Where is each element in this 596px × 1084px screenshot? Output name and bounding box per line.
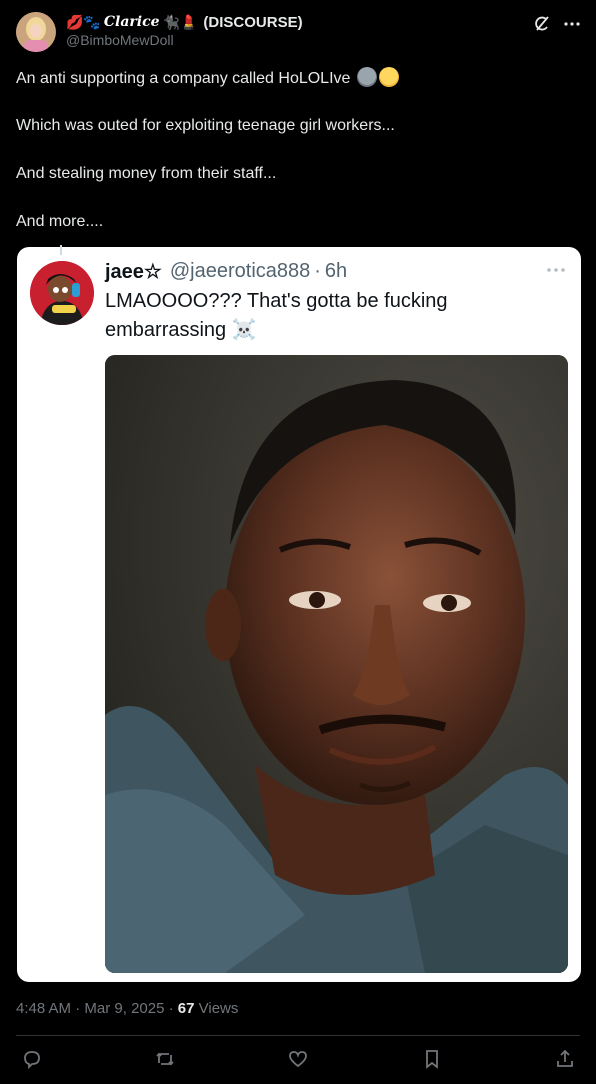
tweet-line-4: And more.... [16,213,104,230]
name-decor-right: 🐈‍⬛💄 [162,14,198,30]
thread-line [60,245,62,255]
quoted-photo[interactable] [105,355,568,973]
author-handle[interactable]: @BimboMewDoll [66,32,174,48]
tweet-meta: 4:48 AM · Mar 9, 2025 · 67 Views [16,1000,239,1017]
smiley-face-emoji-icon [378,67,399,87]
author-avatar[interactable] [16,12,56,52]
bookmark-icon[interactable] [421,1048,443,1070]
name-decor-left: 💋🐾 [66,14,101,30]
more-icon[interactable] [562,14,582,34]
quoted-header[interactable]: jaee☆ @jaeerotica888 · 6h [105,258,347,284]
skull-crossbones-icon: ☠️ [231,319,257,341]
quoted-time: 6h [324,259,348,282]
quoted-separator: · [314,259,321,282]
tweet-line-2: Which was outed for exploiting teenage g… [16,117,395,134]
author-name[interactable]: 💋🐾 Clarice 🐈‍⬛💄 (DISCOURSE) [66,12,303,32]
quoted-more-icon[interactable] [545,262,567,278]
tweet-date[interactable]: Mar 9, 2025 [84,1000,164,1017]
tweet-time[interactable]: 4:48 AM [16,1000,71,1017]
divider [16,1035,580,1036]
reply-icon[interactable] [21,1048,43,1070]
retweet-icon[interactable] [154,1048,176,1070]
quoted-handle: @jaeerotica888 [169,259,311,282]
quoted-author-avatar[interactable] [30,261,94,325]
tweet-line-3: And stealing money from their staff... [16,165,277,182]
views-label: Views [198,1000,239,1017]
quoted-text: LMAOOOO??? That's gotta be fucking embar… [105,287,545,345]
views-count[interactable]: 67 [178,1000,195,1017]
like-icon[interactable] [287,1048,309,1070]
quoted-text-line-1: LMAOOOO??? That's gotta be fucking [105,290,448,312]
tweet-line-1: An anti supporting a company called HoLO… [16,67,399,90]
neutral-face-emoji-icon [356,67,377,87]
grok-icon[interactable] [532,14,552,34]
quoted-name: jaee☆ [105,260,162,283]
quoted-text-line-2: embarrassing ☠️ [105,319,257,341]
name-styled: Clarice [103,14,160,30]
name-suffix: (DISCOURSE) [203,13,303,31]
share-icon[interactable] [554,1048,576,1070]
